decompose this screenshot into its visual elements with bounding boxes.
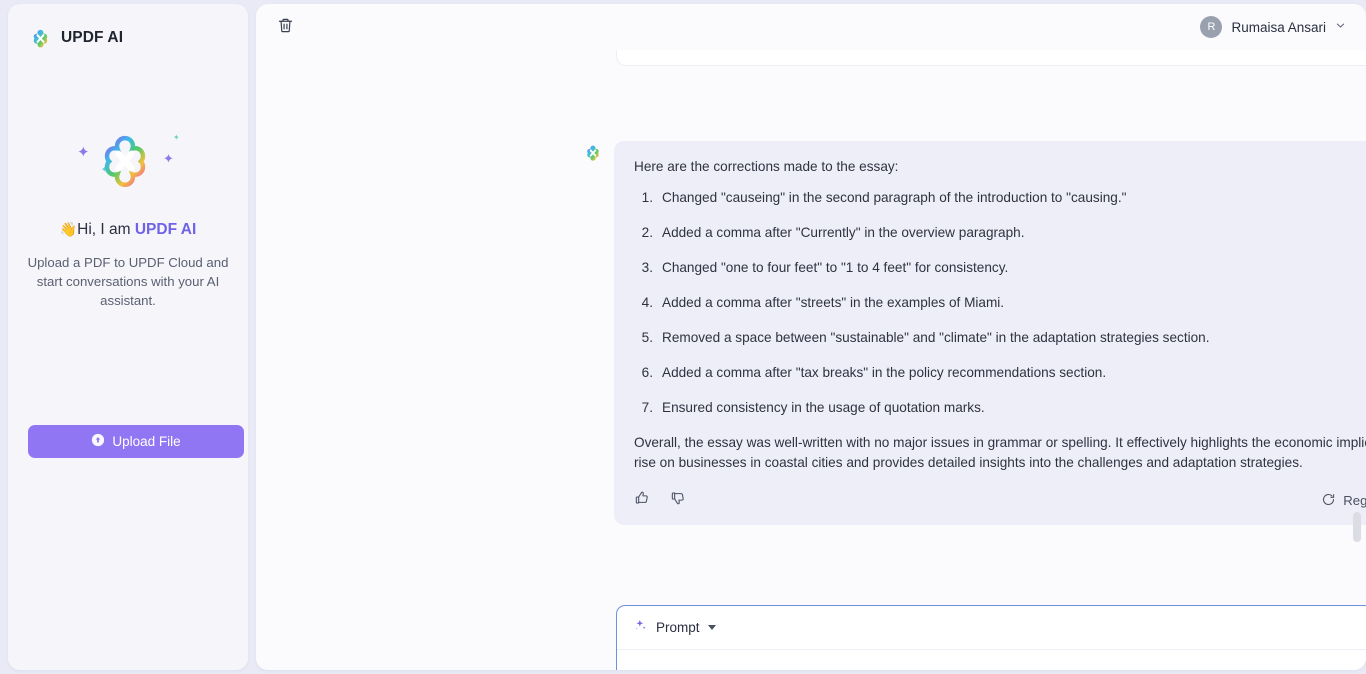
- prompt-label: Prompt: [656, 620, 700, 635]
- top-bar: R Rumaisa Ansari: [256, 4, 1366, 50]
- conversation-scroll: supply chains, loss of revenue, and risi…: [256, 50, 1366, 670]
- list-item: 7. Ensured consistency in the usage of q…: [634, 398, 1366, 417]
- sidebar: UPDF AI ✦ ✦ ✦ ✦ 👋Hi, I am UPDF AI Upload…: [8, 4, 248, 670]
- avatar: R: [1200, 16, 1223, 38]
- greeting-prefix: Hi, I am: [77, 221, 135, 238]
- ai-lead-text: Here are the corrections made to the ess…: [634, 159, 899, 174]
- refresh-icon: [1321, 492, 1336, 510]
- user-menu[interactable]: R Rumaisa Ansari: [1200, 16, 1348, 38]
- updf-flower-logo-icon: [584, 144, 602, 167]
- hero-artwork: ✦ ✦ ✦ ✦: [63, 131, 193, 207]
- list-item-text: Removed a space between "sustainable" an…: [662, 330, 1210, 345]
- prompt-selector[interactable]: Prompt: [633, 618, 716, 638]
- app-root: UPDF AI ✦ ✦ ✦ ✦ 👋Hi, I am UPDF AI Upload…: [0, 0, 1366, 674]
- list-item-number: 7.: [641, 400, 653, 415]
- greeting: 👋Hi, I am UPDF AI: [60, 221, 197, 239]
- list-item: 3. Changed "one to four feet" to "1 to 4…: [634, 258, 1366, 277]
- list-item-number: 2.: [641, 225, 653, 240]
- upload-circle-icon: [91, 433, 105, 450]
- sidebar-subtext: Upload a PDF to UPDF Cloud and start con…: [27, 255, 229, 308]
- list-item: 6. Added a comma after "tax breaks" in t…: [634, 363, 1366, 382]
- thumbs-up-button[interactable]: [634, 490, 650, 511]
- ai-message-bubble: Here are the corrections made to the ess…: [614, 141, 1366, 525]
- ai-summary-text: Overall, the essay was well-written with…: [634, 435, 1366, 470]
- list-item-number: 3.: [641, 260, 653, 275]
- upload-file-label: Upload File: [112, 434, 181, 449]
- trash-icon: [277, 17, 294, 37]
- user-name: Rumaisa Ansari: [1231, 19, 1326, 35]
- composer-input-row: Enter Send; Shift + Enter Newline: [617, 650, 1366, 670]
- ask-input[interactable]: [633, 663, 1269, 670]
- sparkle-right-icon: ✦: [163, 151, 174, 166]
- ai-message-row: Here are the corrections made to the ess…: [584, 141, 1366, 525]
- thumbs-down-icon: [670, 490, 686, 511]
- thumbs-down-button[interactable]: [670, 490, 686, 511]
- list-item-text: Added a comma after "tax breaks" in the …: [662, 365, 1107, 380]
- list-item-text: Ensured consistency in the usage of quot…: [662, 400, 985, 415]
- composer: Prompt Enter Send; Shift + Enter Newline: [616, 605, 1366, 670]
- list-item: 5. Removed a space between "sustainable"…: [634, 328, 1366, 347]
- chevron-down-icon: [1335, 20, 1346, 34]
- corrections-list: 1. Changed "causeing" in the second para…: [634, 188, 1366, 417]
- list-item-text: Added a comma after "streets" in the exa…: [662, 295, 1005, 310]
- delete-conversation-button[interactable]: [270, 12, 300, 42]
- list-item: 4. Added a comma after "streets" in the …: [634, 293, 1366, 312]
- scrollbar-track[interactable]: [1353, 50, 1361, 660]
- list-item-number: 6.: [641, 365, 653, 380]
- sparkle-top-right-icon: ✦: [173, 133, 180, 142]
- list-item-text: Added a comma after "Currently" in the o…: [662, 225, 1025, 240]
- list-item-number: 4.: [641, 295, 653, 310]
- greeting-brand: UPDF AI: [134, 221, 197, 238]
- main-panel: R Rumaisa Ansari supply chains, loss of …: [256, 4, 1366, 670]
- composer-toolbar: Prompt: [617, 606, 1366, 650]
- wave-hand-icon: 👋: [59, 221, 78, 237]
- caret-down-icon: [707, 625, 716, 630]
- list-item-number: 1.: [641, 190, 653, 205]
- sparkle-icon: [633, 618, 648, 638]
- thumbs-up-icon: [634, 490, 650, 511]
- sidebar-hero: ✦ ✦ ✦ ✦ 👋Hi, I am UPDF AI Upload a PDF t…: [8, 16, 248, 425]
- sparkle-icon: ✦: [77, 144, 90, 161]
- scrollbar-thumb[interactable]: [1353, 512, 1361, 542]
- feedback-actions: [634, 490, 686, 511]
- upload-file-button[interactable]: Upload File: [28, 425, 244, 458]
- message-actions: Regenerate Copy: [634, 488, 1366, 511]
- list-item-number: 5.: [641, 330, 653, 345]
- list-item: 2. Added a comma after "Currently" in th…: [634, 223, 1366, 242]
- list-item-text: Changed "causeing" in the second paragra…: [662, 190, 1127, 205]
- list-item: 1. Changed "causeing" in the second para…: [634, 188, 1366, 207]
- composer-area: Prompt Enter Send; Shift + Enter Newline: [616, 605, 1366, 670]
- updf-flower-large-icon: [97, 133, 153, 194]
- user-message-bubble: supply chains, loss of revenue, and risi…: [616, 50, 1366, 66]
- upload-area: Upload File: [8, 425, 248, 458]
- list-item-text: Changed "one to four feet" to "1 to 4 fe…: [662, 260, 1009, 275]
